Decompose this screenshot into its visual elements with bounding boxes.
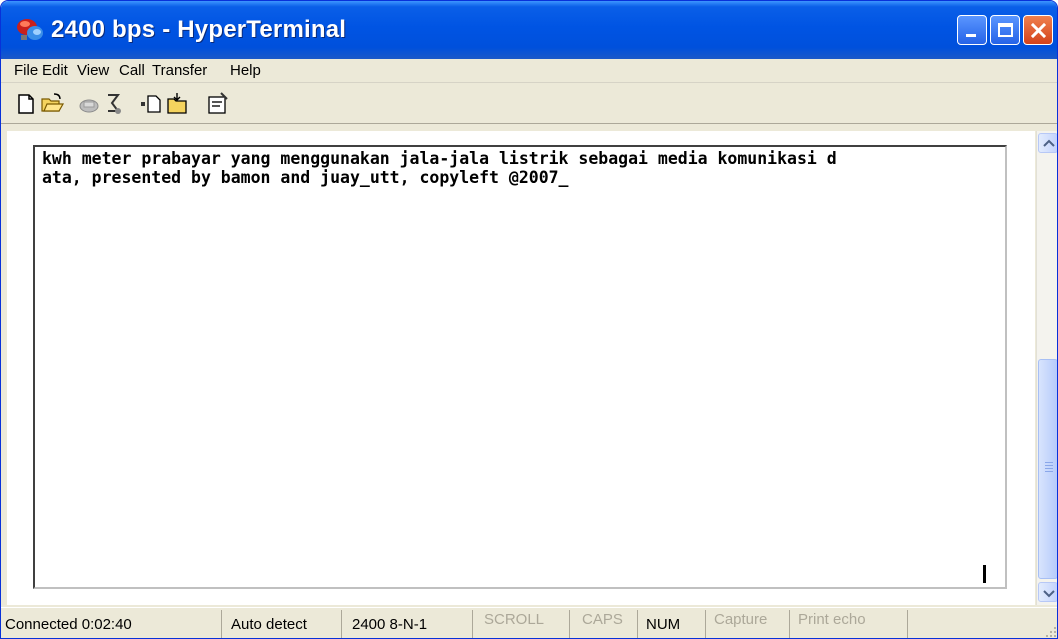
terminal-line: kwh meter prabayar yang menggunakan jala… xyxy=(42,149,837,168)
menu-edit[interactable]: Edit xyxy=(42,62,68,79)
scroll-thumb[interactable] xyxy=(1038,359,1057,579)
menu-transfer[interactable]: Transfer xyxy=(152,62,207,79)
status-connection: Connected 0:02:40 xyxy=(1,610,221,638)
status-bar: Connected 0:02:40 Auto detect 2400 8-N-1… xyxy=(1,607,1057,638)
terminal-line: ata, presented by bamon and juay_utt, co… xyxy=(42,168,569,187)
status-caps: CAPS xyxy=(569,610,637,638)
title-bar[interactable]: 2400 bps - HyperTerminal xyxy=(1,1,1057,59)
menu-call[interactable]: Call xyxy=(119,62,145,79)
status-capture: Capture xyxy=(705,610,789,638)
status-scroll-text: SCROLL xyxy=(484,611,545,628)
hyperterminal-window: 2400 bps - HyperTerminal File Edit View … xyxy=(0,0,1058,639)
status-scroll: SCROLL xyxy=(472,610,569,638)
vertical-scrollbar[interactable] xyxy=(1036,131,1057,605)
status-capture-text: Capture xyxy=(714,611,768,628)
menu-view[interactable]: View xyxy=(77,62,109,79)
text-cursor xyxy=(983,565,986,583)
receive-icon[interactable] xyxy=(164,91,190,117)
toolbar xyxy=(1,84,1057,124)
maximize-button[interactable] xyxy=(990,15,1020,45)
grip-line xyxy=(1045,468,1053,469)
new-connection-icon[interactable] xyxy=(13,91,39,117)
status-num-text: NUM xyxy=(646,616,681,633)
send-icon[interactable] xyxy=(139,91,165,117)
chevron-down-icon xyxy=(1043,590,1055,598)
properties-icon[interactable] xyxy=(205,91,231,117)
status-num: NUM xyxy=(637,610,705,638)
hyperterminal-app-icon xyxy=(17,19,43,40)
grip-line xyxy=(1045,465,1053,466)
status-caps-text: CAPS xyxy=(582,611,623,628)
status-empty-pane xyxy=(907,610,1057,638)
menu-bar: File Edit View Call Transfer Help xyxy=(1,59,1057,83)
grip-line xyxy=(1045,471,1053,472)
status-port-text: 2400 8-N-1 xyxy=(352,616,428,633)
close-button[interactable] xyxy=(1023,15,1053,45)
open-icon[interactable] xyxy=(39,91,65,117)
maximize-icon xyxy=(998,23,1013,37)
status-detect: Auto detect xyxy=(221,610,341,638)
chevron-up-icon xyxy=(1043,139,1055,147)
scroll-down-button[interactable] xyxy=(1038,582,1057,602)
status-print-echo-text: Print echo xyxy=(798,611,866,628)
disconnect-icon[interactable] xyxy=(101,91,127,117)
window-title: 2400 bps - HyperTerminal xyxy=(51,16,347,43)
terminal-screen[interactable]: kwh meter prabayar yang menggunakan jala… xyxy=(33,145,1007,589)
minimize-button[interactable] xyxy=(957,15,987,45)
minimize-icon xyxy=(966,34,976,37)
menu-help[interactable]: Help xyxy=(230,62,261,79)
menu-file[interactable]: File xyxy=(14,62,38,79)
terminal-output: kwh meter prabayar yang menggunakan jala… xyxy=(42,149,1004,187)
status-port-settings: 2400 8-N-1 xyxy=(341,610,472,638)
connect-icon[interactable] xyxy=(76,91,102,117)
status-detect-text: Auto detect xyxy=(231,616,307,633)
scroll-up-button[interactable] xyxy=(1038,133,1057,153)
status-print-echo: Print echo xyxy=(789,610,907,638)
resize-grip-icon[interactable] xyxy=(1043,624,1057,638)
grip-line xyxy=(1045,462,1053,463)
close-icon xyxy=(1030,22,1047,39)
status-connection-text: Connected 0:02:40 xyxy=(5,616,132,633)
